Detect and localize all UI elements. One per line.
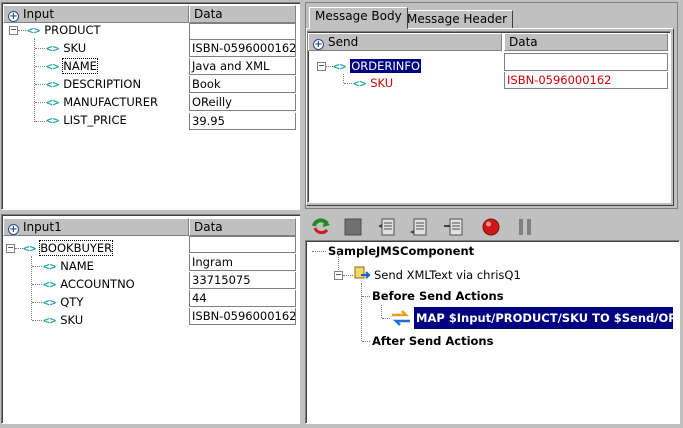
collapse-icon[interactable]: − xyxy=(6,244,15,253)
element-icon: <> xyxy=(46,78,60,91)
actions-toolbar xyxy=(305,213,681,241)
element-icon: <> xyxy=(333,60,347,73)
tree-node-component[interactable]: SampleJMSComponent xyxy=(328,243,474,259)
vertical-splitter[interactable] xyxy=(300,0,304,428)
collapse-icon[interactable]: − xyxy=(317,62,326,71)
element-icon: <> xyxy=(353,77,367,90)
input-column-header[interactable]: + Input xyxy=(3,5,189,23)
element-icon: <> xyxy=(43,278,57,291)
pause-icon[interactable] xyxy=(515,217,535,237)
data-cell[interactable]: Book xyxy=(189,76,296,93)
tree-node-bookbuyer[interactable]: <> BOOKBUYER xyxy=(23,240,114,256)
input1-column-header[interactable]: + Input1 xyxy=(3,218,189,236)
data-cell[interactable]: 44 xyxy=(189,290,296,307)
stop-icon[interactable] xyxy=(343,217,363,237)
record-icon[interactable] xyxy=(481,217,501,237)
element-icon: <> xyxy=(27,24,41,37)
element-icon: <> xyxy=(46,96,60,109)
data-cell-empty xyxy=(504,53,668,71)
refresh-icon[interactable] xyxy=(311,217,331,237)
data-cell-empty xyxy=(189,236,296,253)
tree-node-name[interactable]: <> NAME xyxy=(43,258,94,274)
tab-message-body[interactable]: Message Body xyxy=(309,7,408,29)
data-column-header[interactable]: Data xyxy=(189,5,296,23)
data-cell[interactable]: Ingram xyxy=(189,254,296,271)
tree-node-name[interactable]: <> NAME xyxy=(46,58,98,74)
tree-node-qty[interactable]: <> QTY xyxy=(43,294,83,310)
collapse-icon[interactable]: − xyxy=(334,271,343,280)
element-icon: <> xyxy=(46,114,60,127)
tree-node-orderinfo[interactable]: <> ORDERINFO xyxy=(333,58,422,74)
element-icon: <> xyxy=(43,296,57,309)
expand-all-icon[interactable]: + xyxy=(313,39,324,50)
data-cell-empty xyxy=(189,23,296,40)
tree-node-after-send-actions[interactable]: After Send Actions xyxy=(372,333,493,349)
element-icon: <> xyxy=(23,242,37,255)
tree-node-description[interactable]: <> DESCRIPTION xyxy=(46,76,141,92)
tree-node-send[interactable]: Send XMLText via chrisQ1 xyxy=(374,267,521,283)
tree-node-product[interactable]: <> PRODUCT xyxy=(27,22,101,38)
tree-node-list-price[interactable]: <> LIST_PRICE xyxy=(46,112,127,128)
element-icon: <> xyxy=(46,60,60,73)
tree-node-map-action[interactable]: MAP $Input/PRODUCT/SKU TO $Send/ORDERINF… xyxy=(414,307,673,329)
list-icon[interactable] xyxy=(443,217,463,237)
data-cell[interactable]: ISBN-0596000162 xyxy=(189,40,296,57)
element-icon: <> xyxy=(46,42,60,55)
element-icon: <> xyxy=(43,260,57,273)
list-icon[interactable] xyxy=(377,217,397,237)
element-icon: <> xyxy=(43,314,57,327)
tab-message-header[interactable]: Message Header xyxy=(401,10,514,29)
expand-all-icon[interactable]: + xyxy=(8,224,19,235)
data-column-header[interactable]: Data xyxy=(189,218,296,236)
data-cell[interactable]: 39.95 xyxy=(189,113,296,130)
data-cell[interactable]: ISBN-0596000162 xyxy=(189,308,296,325)
data-cell[interactable]: Java and XML xyxy=(189,58,296,75)
tree-node-accountno[interactable]: <> ACCOUNTNO xyxy=(43,276,135,292)
send-column-header[interactable]: + Send xyxy=(308,33,502,51)
list-icon[interactable] xyxy=(409,217,429,237)
send-icon xyxy=(354,266,370,279)
tree-node-manufacturer[interactable]: <> MANUFACTURER xyxy=(46,94,158,110)
data-cell[interactable]: 33715075 xyxy=(189,272,296,289)
data-cell[interactable]: ISBN-0596000162 xyxy=(504,72,668,89)
tree-node-sku[interactable]: <> SKU xyxy=(46,40,86,56)
collapse-icon[interactable]: − xyxy=(9,26,18,35)
data-cell[interactable]: OReilly xyxy=(189,94,296,111)
tree-node-sku[interactable]: <> SKU xyxy=(43,312,83,328)
data-column-header[interactable]: Data xyxy=(504,33,668,51)
tree-node-sku[interactable]: <> SKU xyxy=(353,75,393,91)
tree-node-before-send-actions[interactable]: Before Send Actions xyxy=(372,288,504,304)
map-icon xyxy=(392,310,410,326)
expand-all-icon[interactable]: + xyxy=(8,11,19,22)
